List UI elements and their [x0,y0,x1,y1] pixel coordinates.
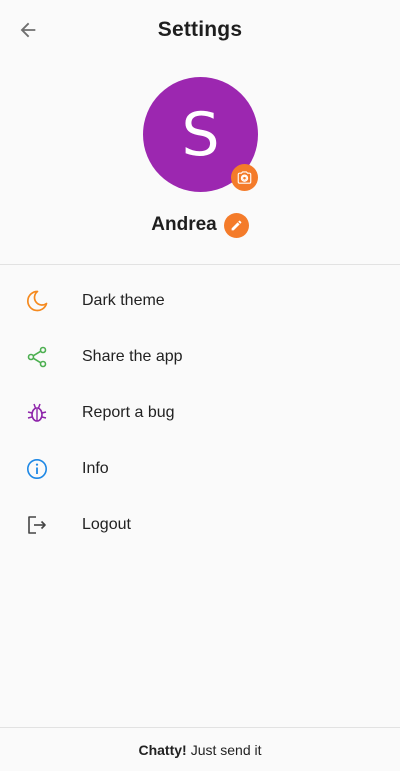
page-title: Settings [157,18,243,41]
app-header: Settings [0,0,400,60]
profile-divider [0,264,400,265]
brand-name: Chatty! [138,741,187,758]
profile-name-row: Andrea [0,211,400,239]
menu-item-report-bug[interactable]: Report a bug [0,385,400,441]
app-footer: Chatty! Just send it [0,728,400,771]
menu-item-logout[interactable]: Logout [0,497,400,553]
menu-item-label: Dark theme [82,292,165,309]
logout-icon [25,513,49,537]
menu-item-dark-theme[interactable]: Dark theme [0,273,400,329]
moon-icon [25,289,49,313]
settings-menu: Dark theme Share the app Report a bug In… [0,273,400,553]
menu-item-share-app[interactable]: Share the app [0,329,400,385]
menu-item-label: Share the app [82,348,183,365]
menu-item-label: Report a bug [82,404,175,421]
settings-screen: Settings S Andrea Dark theme Share the a… [0,0,400,771]
profile-avatar-container: S [143,77,258,192]
camera-icon [237,171,252,184]
share-icon [25,345,49,369]
brand-tagline: Just send it [190,741,262,758]
profile-name: Andrea [151,214,217,235]
menu-item-info[interactable]: Info [0,441,400,497]
menu-item-label: Info [82,460,109,477]
menu-item-label: Logout [82,516,131,533]
info-icon [25,457,49,481]
edit-name-button[interactable] [223,212,249,238]
pencil-icon [231,220,242,230]
avatar-letter: S [181,99,220,170]
bug-icon [25,401,49,425]
change-photo-button[interactable] [231,164,258,191]
